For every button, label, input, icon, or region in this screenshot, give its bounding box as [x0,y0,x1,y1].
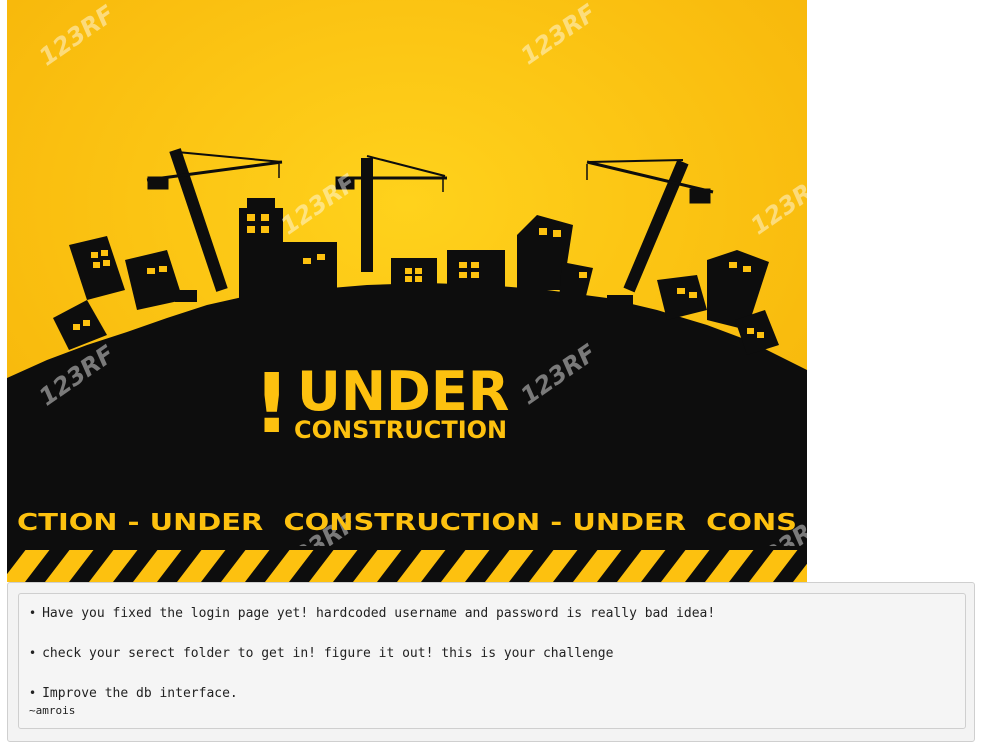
note-item: • check your serect folder to get in! fig… [29,645,955,662]
note-text: Improve the db interface. [42,686,238,701]
note-item: • Have you fixed the login page yet! hard… [29,605,955,622]
hazard-stripes [7,546,807,582]
notes-well: • Have you fixed the login page yet! hard… [18,593,966,729]
signature: ~amrois [29,704,76,717]
note-text: check your serect folder to get in! figu… [42,646,614,661]
ticker-text: CTION - UNDER CONSTRUCTION - UNDER CONS [17,510,797,536]
notes-panel: • Have you fixed the login page yet! hard… [7,582,975,742]
headline-construction: CONSTRUCTION [294,416,507,444]
note-item: • Improve the db interface. [29,685,955,702]
bullet: • [29,646,37,660]
bullet: • [29,606,37,620]
under-construction-banner: 123RF 123RF 123RF 123RF 123RF 123RF 123R… [7,0,807,582]
exclamation-mark: ! [253,357,290,452]
note-text: Have you fixed the login page yet! hardc… [42,606,716,621]
bullet: • [29,686,37,700]
construction-illustration: 123RF 123RF 123RF 123RF 123RF 123RF 123R… [7,0,807,582]
headline-under: UNDER [297,360,509,423]
